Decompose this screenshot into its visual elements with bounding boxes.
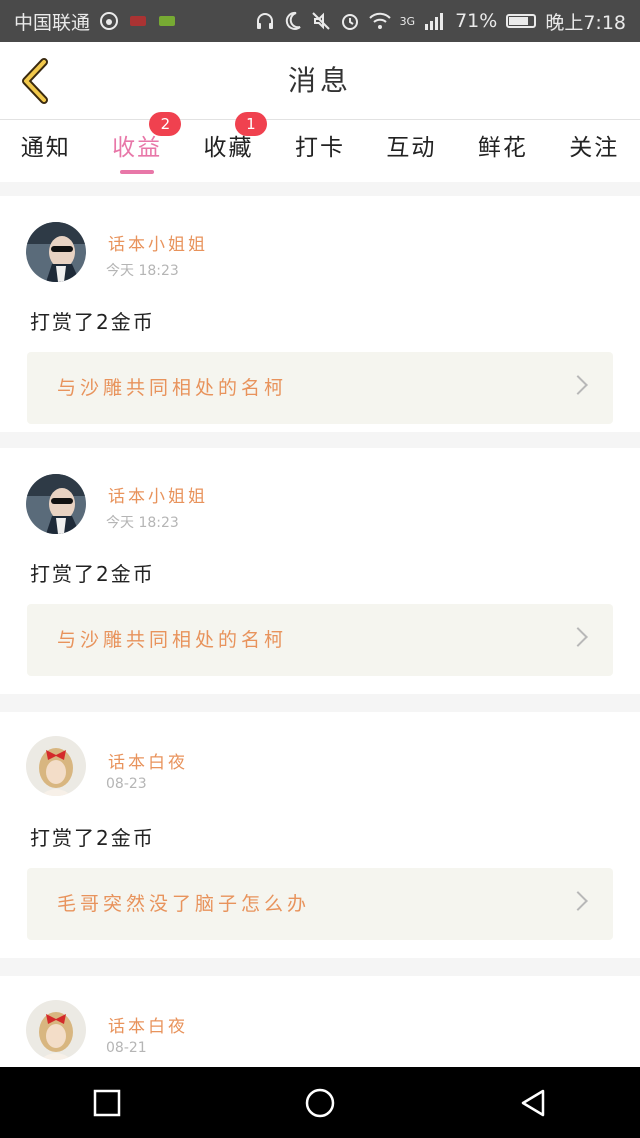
- story-link[interactable]: 毛哥突然没了脑子怎么办: [27, 868, 613, 940]
- recent-apps-button[interactable]: [67, 1073, 147, 1133]
- username[interactable]: 话本白夜: [108, 1012, 188, 1037]
- timestamp: 08-23: [106, 776, 147, 792]
- story-link[interactable]: 与沙雕共同相处的名柯: [27, 352, 613, 424]
- mute-icon: [311, 12, 330, 30]
- story-title: 与沙雕共同相处的名柯: [57, 377, 288, 399]
- chevron-right-icon: [568, 891, 588, 911]
- tab-bar: 通知 收益 2 收藏 1 打卡 互动 鲜花 关注: [0, 112, 640, 182]
- message-card: 话本小姐姐 今天 18:23 打赏了2金币 与沙雕共同相处的名柯: [0, 448, 640, 694]
- username[interactable]: 话本小姐姐: [108, 482, 208, 507]
- tab-label: 通知: [20, 135, 71, 161]
- battery-percent: 71%: [455, 10, 498, 32]
- tab-label: 收益: [112, 135, 163, 161]
- avatar[interactable]: [26, 1000, 86, 1060]
- app-icon: [159, 16, 176, 26]
- headphones-icon: [256, 13, 273, 29]
- timestamp: 今天 18:23: [106, 263, 179, 279]
- battery-icon: [506, 14, 537, 28]
- back-nav-button[interactable]: [493, 1073, 573, 1133]
- message-card: 话本小姐姐 今天 18:23 打赏了2金币 与沙雕共同相处的名柯: [0, 196, 640, 432]
- girl-bow-avatar-icon: [26, 1000, 86, 1060]
- action-text: 打赏了2金币: [30, 562, 155, 586]
- chevron-right-icon: [568, 375, 588, 395]
- active-tab-indicator: [120, 170, 155, 174]
- story-link[interactable]: 与沙雕共同相处的名柯: [27, 604, 613, 676]
- home-button[interactable]: [280, 1073, 360, 1133]
- tab-flowers[interactable]: 鲜花: [457, 120, 548, 182]
- story-title: 与沙雕共同相处的名柯: [57, 629, 288, 651]
- status-bar-left: 中国联通: [14, 8, 177, 35]
- tab-notifications[interactable]: 通知: [0, 120, 91, 182]
- header: 消息: [0, 42, 640, 120]
- tab-label: 鲜花: [477, 135, 528, 161]
- timestamp: 08-21: [106, 1040, 147, 1056]
- girl-bow-avatar-icon: [26, 736, 86, 796]
- action-text: 打赏了2金币: [30, 826, 155, 850]
- message-card: 话本白夜 08-21: [0, 976, 640, 1076]
- chevron-right-icon: [568, 627, 588, 647]
- timestamp: 今天 18:23: [106, 515, 179, 531]
- home-icon: [305, 1088, 335, 1117]
- signal-icon: [425, 13, 444, 30]
- clock: 晚上7:18: [545, 11, 626, 34]
- app-icon: [130, 16, 147, 26]
- system-nav-bar: [0, 1067, 640, 1138]
- action-text: 打赏了2金币: [30, 310, 155, 334]
- tab-label: 收藏: [203, 135, 254, 161]
- carrier-label: 中国联通: [14, 11, 91, 34]
- favorites-count-badge: 1: [234, 112, 267, 136]
- status-bar-right: 3G 71% 晚上7:18: [255, 8, 626, 35]
- moon-icon: [285, 11, 301, 30]
- sunglasses-avatar-icon: [26, 474, 86, 534]
- alarm-icon: [341, 14, 358, 30]
- tab-earnings[interactable]: 收益 2: [91, 112, 182, 182]
- wifi-icon: [368, 12, 391, 29]
- earnings-count-badge: 2: [149, 112, 182, 136]
- tab-interactions[interactable]: 互动: [366, 120, 457, 182]
- network-type: 3G: [399, 14, 416, 28]
- tab-checkin[interactable]: 打卡: [274, 120, 365, 182]
- tab-label: 互动: [386, 135, 437, 161]
- avatar[interactable]: [26, 222, 86, 282]
- status-bar: 中国联通 3G 71% 晚上7:18: [0, 0, 640, 42]
- recent-apps-icon: [93, 1089, 120, 1116]
- tab-label: 打卡: [294, 135, 345, 161]
- username[interactable]: 话本小姐姐: [108, 230, 208, 255]
- page-title: 消息: [287, 64, 352, 97]
- avatar[interactable]: [26, 474, 86, 534]
- story-title: 毛哥突然没了脑子怎么办: [57, 893, 311, 915]
- username[interactable]: 话本白夜: [108, 748, 188, 773]
- message-card: 话本白夜 08-23 打赏了2金币 毛哥突然没了脑子怎么办: [0, 712, 640, 958]
- tab-favorites[interactable]: 收藏 1: [183, 112, 274, 182]
- weibo-icon: [100, 12, 119, 30]
- avatar[interactable]: [26, 736, 86, 796]
- tab-following[interactable]: 关注: [549, 120, 640, 182]
- tab-label: 关注: [569, 135, 620, 161]
- sunglasses-avatar-icon: [26, 222, 86, 282]
- back-icon: [522, 1089, 545, 1116]
